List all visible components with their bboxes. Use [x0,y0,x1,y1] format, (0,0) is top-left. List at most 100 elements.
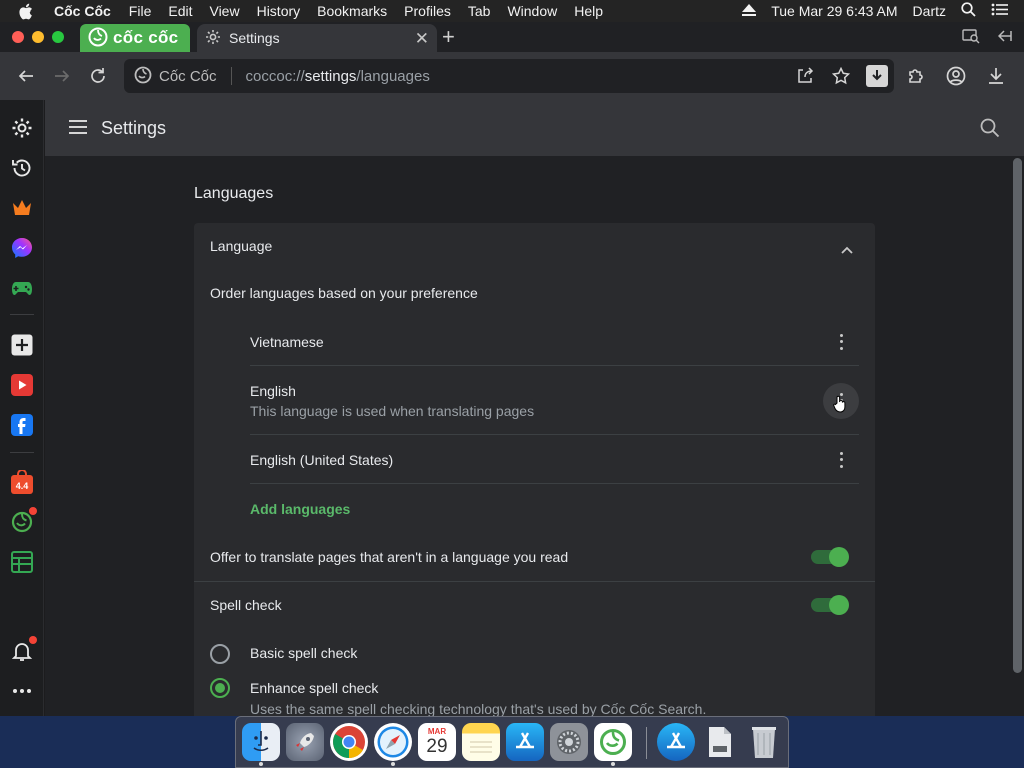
chrome-icon[interactable] [330,723,368,761]
coccoc-home-tab[interactable]: cốc cốc [80,24,190,52]
running-indicator [611,762,615,766]
user-name[interactable]: Dartz [913,3,946,19]
menu-tab[interactable]: Tab [468,3,491,19]
menu-bar: Cốc Cốc File Edit View History Bookmarks… [0,0,1024,22]
share-icon[interactable] [794,65,816,87]
safari-icon[interactable] [374,723,412,766]
sidebar-divider [10,452,34,453]
new-tab-button[interactable]: + [442,26,455,48]
menu-profiles[interactable]: Profiles [404,3,451,19]
language-card: Language Order languages based on your p… [194,223,875,716]
downloads-icon[interactable] [984,64,1008,88]
back-button[interactable] [15,65,37,87]
menu-help[interactable]: Help [574,3,603,19]
coccoc-icon[interactable] [10,507,37,534]
forward-button[interactable] [51,65,73,87]
add-languages-link[interactable]: Add languages [250,501,350,517]
eject-icon[interactable] [742,3,757,19]
url-text[interactable]: coccoc://settings/languages [246,68,430,85]
search-icon[interactable] [961,2,976,20]
system-preferences-icon[interactable] [550,723,588,761]
shopee-icon[interactable]: 4.4 [10,470,34,494]
language-name: English [250,382,296,399]
menu-file[interactable]: File [129,3,152,19]
bookmark-star-icon[interactable] [830,65,852,87]
media-download-icon[interactable] [866,65,888,87]
spell-check-toggle[interactable] [811,595,849,615]
gear-icon [205,29,221,48]
notes-app-icon[interactable] [462,723,500,761]
finder-icon[interactable] [242,723,280,766]
basic-spell-radio[interactable] [210,644,230,664]
section-title: Languages [194,185,274,202]
trash-icon[interactable] [745,723,783,761]
more-vert-icon[interactable] [839,451,843,468]
close-window-button[interactable] [12,31,24,43]
crown-icon[interactable] [10,196,34,220]
more-icon[interactable] [10,679,34,703]
messenger-icon[interactable] [10,236,34,260]
youtube-icon[interactable] [10,373,34,397]
chevron-up-icon[interactable] [841,241,853,257]
document-icon[interactable] [701,723,739,761]
offer-translate-toggle[interactable] [811,547,849,567]
language-item: English (United States) [250,436,859,484]
address-bar[interactable]: Cốc Cốc coccoc://settings/languages [124,59,894,93]
language-heading: Language [210,238,273,254]
notes-icon[interactable] [10,550,34,574]
calendar-day: 29 [426,736,448,757]
hand-cursor-icon [833,395,847,416]
menu-edit[interactable]: Edit [168,3,192,19]
enhanced-spell-radio[interactable] [210,678,230,698]
app-store-download-icon[interactable] [657,723,695,761]
reload-button[interactable] [87,65,109,87]
extensions-icon[interactable] [904,64,928,88]
coccoc-browser-icon[interactable] [594,723,632,766]
page-scrollbar[interactable] [1013,158,1022,673]
language-item: English This language is used when trans… [250,367,859,435]
notification-dot [29,636,37,644]
language-name: Vietnamese [250,333,324,350]
facebook-icon[interactable] [10,413,34,437]
more-vert-icon[interactable] [839,333,843,350]
language-section-toggle[interactable]: Language [210,223,859,269]
menu-app-name[interactable]: Cốc Cốc [54,3,111,19]
spell-check-row: Spell check [210,587,859,623]
settings-icon[interactable] [10,116,34,140]
settings-header: Settings [45,100,1024,156]
menu-bookmarks[interactable]: Bookmarks [317,3,387,19]
settings-page: Settings Languages Language Order langua… [45,100,1024,716]
back-arrow-icon[interactable] [997,28,1012,47]
profile-avatar-icon[interactable] [944,64,968,88]
svg-text:4.4: 4.4 [16,481,29,491]
history-icon[interactable] [10,156,34,180]
menu-window[interactable]: Window [507,3,557,19]
hamburger-menu-icon[interactable] [69,119,87,137]
coccoc-site-icon [134,66,152,87]
tab-settings[interactable]: Settings ✕ [197,24,437,52]
left-sidebar: 4.4 [0,100,44,716]
launchpad-icon[interactable] [286,723,324,761]
zoom-window-button[interactable] [52,31,64,43]
minimize-window-button[interactable] [32,31,44,43]
bell-icon[interactable] [10,636,37,663]
app-store-icon[interactable] [506,723,544,761]
gamepad-icon[interactable] [10,276,34,300]
settings-search-icon[interactable] [980,118,1000,141]
enhanced-spell-label[interactable]: Enhance spell check [250,680,378,696]
control-center-icon[interactable] [991,3,1008,19]
menu-history[interactable]: History [257,3,301,19]
tab-search-icon[interactable] [962,28,980,47]
clock[interactable]: Tue Mar 29 6:43 AM [771,3,897,19]
menu-view[interactable]: View [209,3,239,19]
dock-separator [646,727,647,759]
add-icon[interactable] [10,333,34,357]
basic-spell-label[interactable]: Basic spell check [250,645,357,661]
apple-icon[interactable] [18,3,38,20]
coccoc-logo-icon [88,27,108,50]
browser-toolbar: Cốc Cốc coccoc://settings/languages [0,52,1024,100]
language-note: This language is used when translating p… [250,402,535,419]
card-divider [194,581,875,582]
close-tab-icon[interactable]: ✕ [415,30,429,47]
calendar-icon[interactable]: MAR 29 [418,723,456,761]
